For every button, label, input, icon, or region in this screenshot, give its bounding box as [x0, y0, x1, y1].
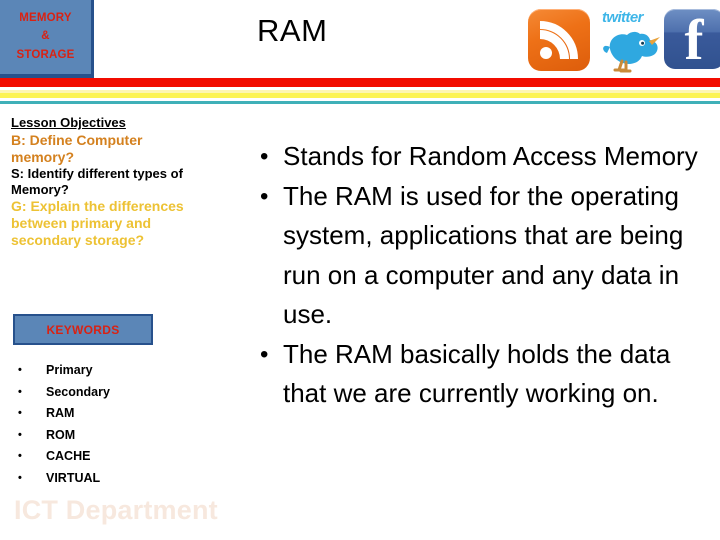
- badge-line-3: STORAGE: [16, 48, 75, 61]
- keywords-list: Primary Secondary RAM ROM CACHE VIRTUAL: [16, 360, 196, 490]
- stripe-teal: [0, 101, 720, 104]
- slide: MEMORY & STORAGE RAM twitter f Lesson Ob…: [0, 0, 720, 540]
- objective-s: S: Identify different types of Memory?: [11, 166, 183, 198]
- badge-line-1: MEMORY: [19, 11, 72, 24]
- lesson-objectives-panel: Lesson Objectives B: Define Computer mem…: [11, 115, 193, 249]
- social-icon-group: twitter f: [524, 3, 720, 73]
- list-item: CACHE: [16, 446, 196, 468]
- rss-icon[interactable]: [528, 9, 590, 71]
- list-item: RAM: [16, 403, 196, 425]
- facebook-icon[interactable]: f: [664, 9, 720, 69]
- list-item: Stands for Random Access Memory: [258, 137, 710, 177]
- keywords-title: KEYWORDS: [46, 322, 120, 337]
- department-watermark: ICT Department: [14, 495, 218, 525]
- page-title: RAM: [257, 13, 328, 48]
- lesson-objectives-heading: Lesson Objectives: [11, 115, 126, 130]
- facebook-letter: f: [684, 9, 704, 69]
- list-item: ROM: [16, 425, 196, 447]
- keywords-box: KEYWORDS: [13, 314, 153, 345]
- main-bullet-list: Stands for Random Access Memory The RAM …: [258, 137, 710, 414]
- stripe-red: [0, 78, 720, 87]
- twitter-bird-icon: [603, 31, 660, 73]
- list-item: Secondary: [16, 382, 196, 404]
- list-item: The RAM basically holds the data that we…: [258, 335, 710, 414]
- memory-storage-badge: MEMORY & STORAGE: [0, 0, 94, 78]
- list-item: Primary: [16, 360, 196, 382]
- twitter-icon[interactable]: twitter: [600, 7, 666, 73]
- list-item: VIRTUAL: [16, 468, 196, 490]
- list-item: The RAM is used for the operating system…: [258, 177, 710, 335]
- badge-line-2: &: [41, 30, 50, 43]
- objective-b: B: Define Computer memory?: [11, 132, 143, 166]
- objective-g: G: Explain the differences between prima…: [11, 198, 184, 249]
